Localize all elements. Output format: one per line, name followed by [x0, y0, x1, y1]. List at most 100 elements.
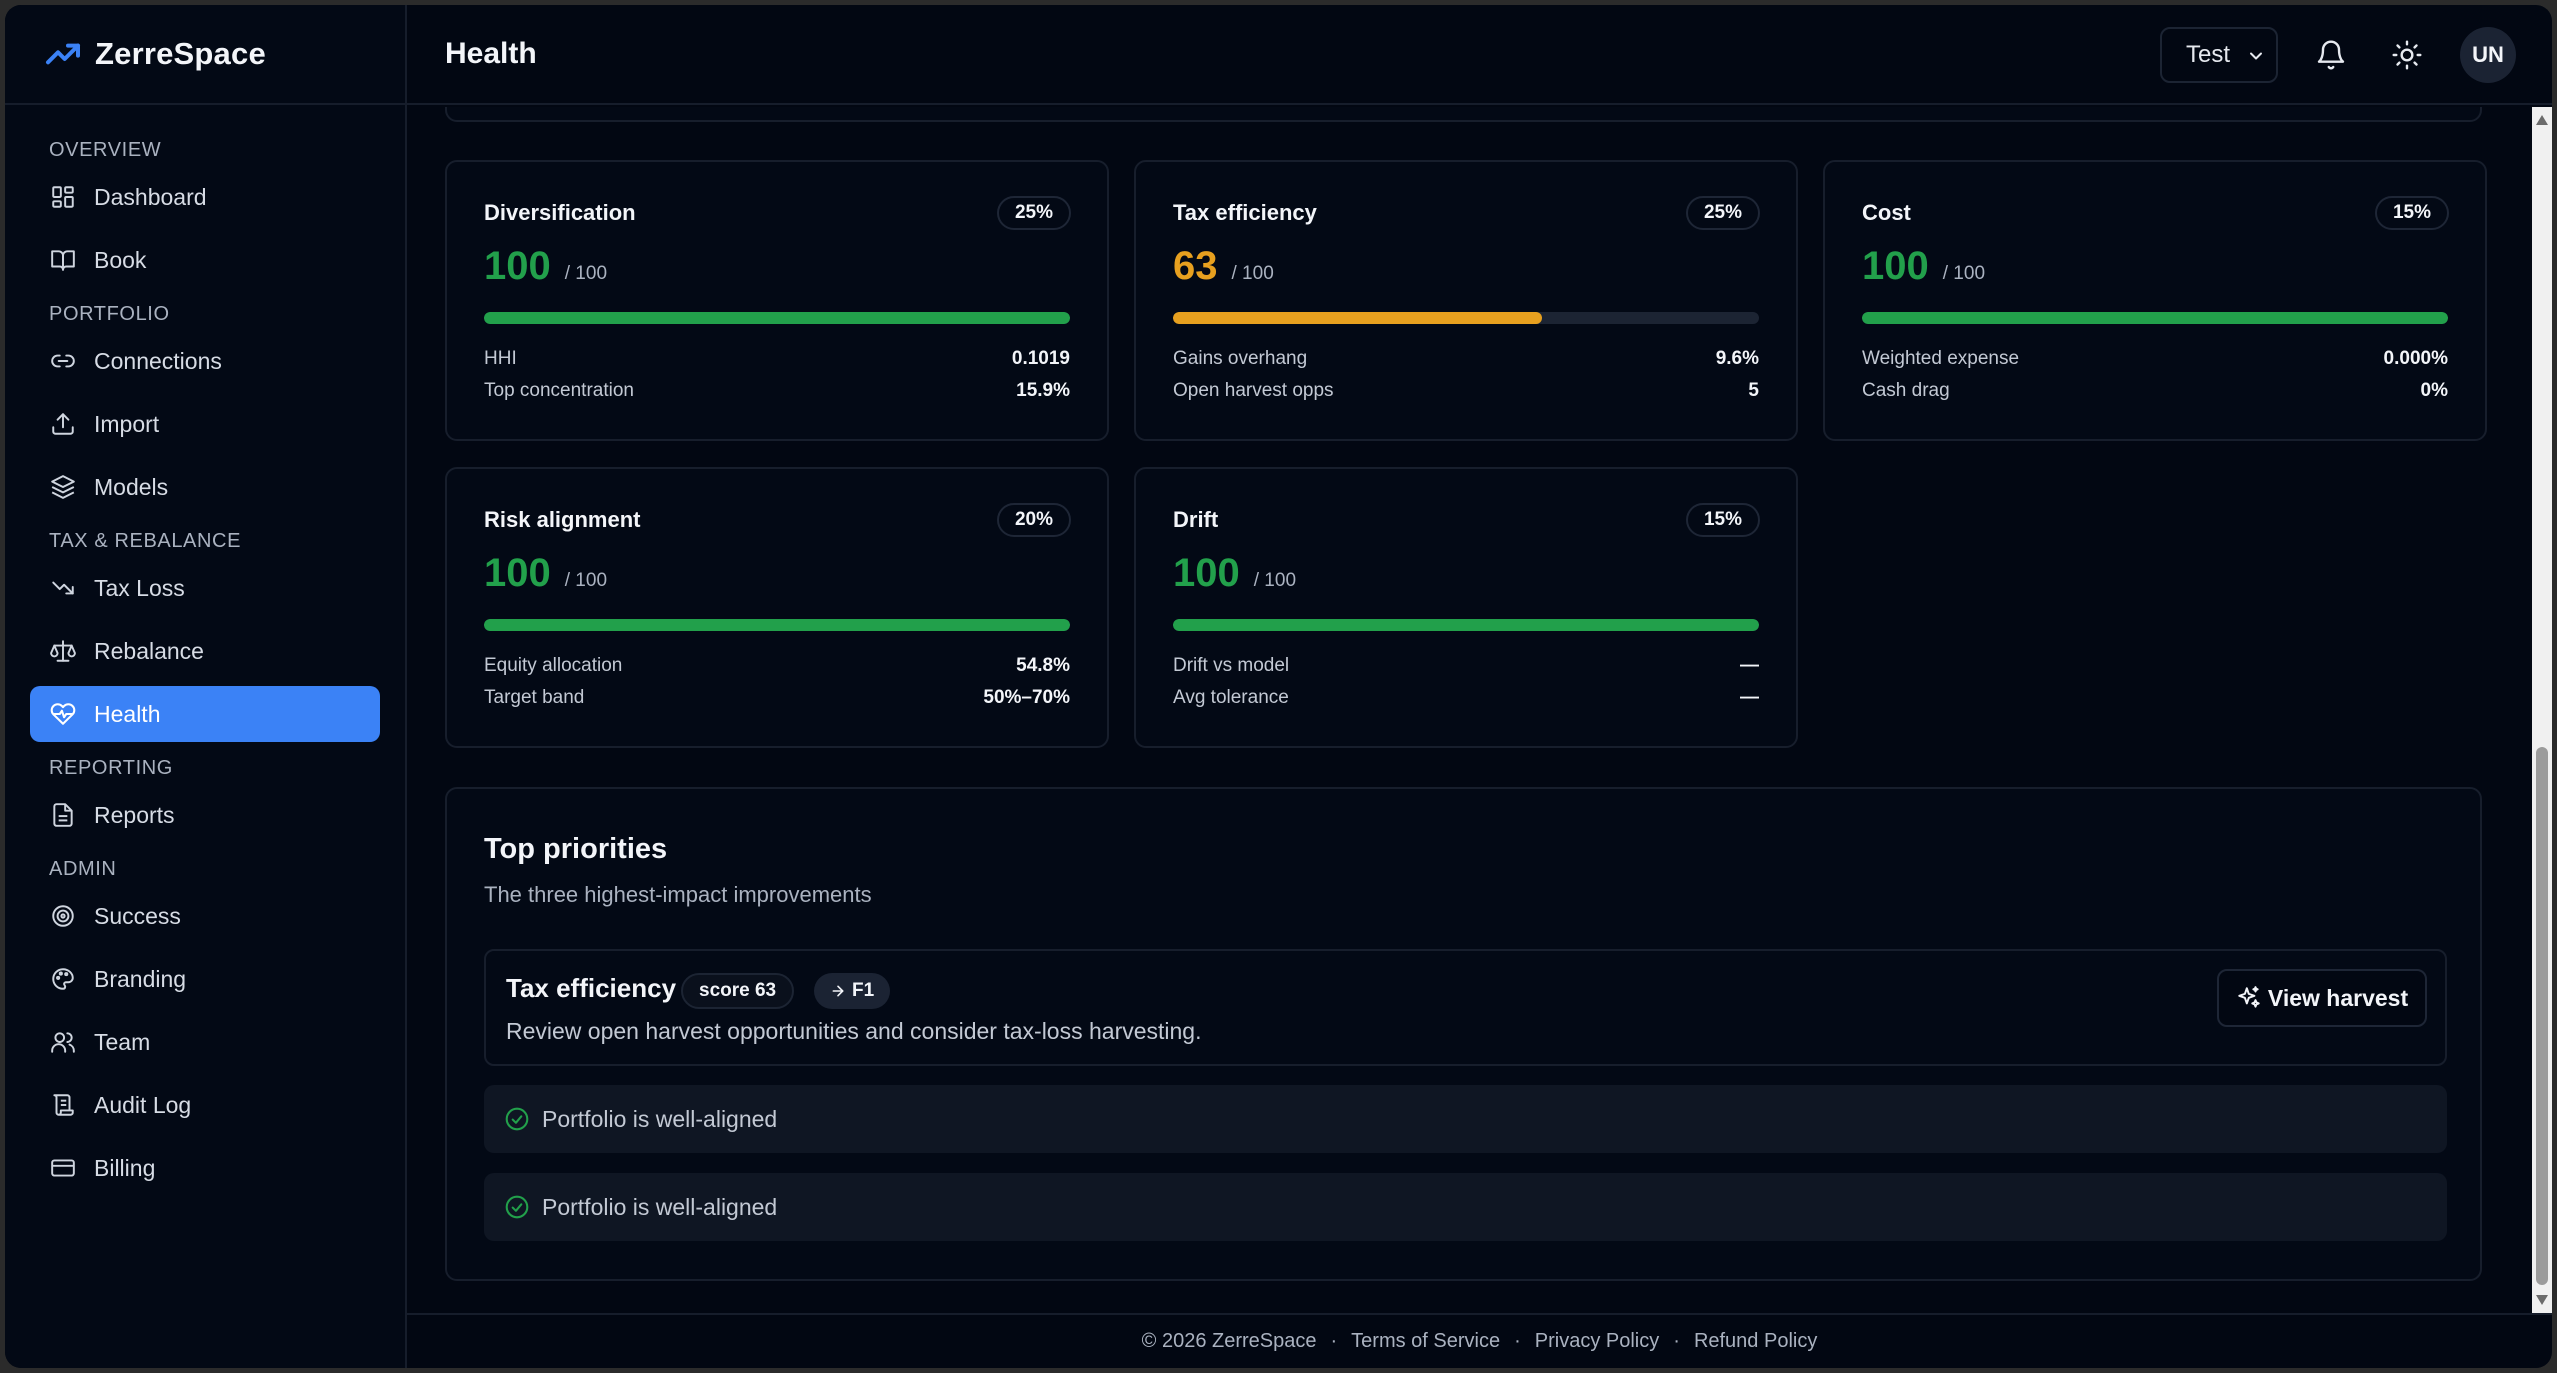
arrow-right-icon: [832, 985, 844, 997]
sidebar-item-dashboard[interactable]: Dashboard: [30, 169, 380, 225]
sidebar-item-billing[interactable]: Billing: [30, 1140, 380, 1196]
metric-title: Cost: [1862, 200, 1911, 225]
priority-item: Tax efficiency score 63 F1 Review open h…: [484, 949, 2447, 1066]
view-harvest-button[interactable]: View harvest: [2217, 969, 2427, 1027]
sidebar-item-success[interactable]: Success: [30, 888, 380, 944]
footer: © 2026 ZerreSpace · Terms of Service · P…: [407, 1313, 2552, 1368]
upload-icon: [52, 413, 74, 435]
metric-row-label: Equity allocation: [484, 655, 623, 676]
score-bar-fill: [484, 312, 1070, 324]
score-line: 100 / 100: [484, 551, 607, 596]
priority-ok-label: Portfolio is well-aligned: [542, 1193, 778, 1220]
factor-badge-label: F1: [852, 980, 875, 1001]
sidebar-item-reports[interactable]: Reports: [30, 787, 380, 843]
metric-row-value: 54.8%: [1016, 655, 1070, 676]
footer-separator: ·: [1514, 1330, 1521, 1352]
metric-row-label: Drift vs model: [1173, 655, 1290, 676]
metric-row: HHI 0.1019: [484, 348, 1070, 370]
priorities-title: Top priorities: [484, 833, 668, 865]
org-select[interactable]: Test: [2160, 27, 2278, 83]
users-icon: [51, 1032, 75, 1053]
theme-toggle-button[interactable]: [2384, 32, 2430, 78]
sidebar-item-label: Branding: [94, 965, 187, 992]
view-harvest-label: View harvest: [2267, 984, 2409, 1011]
app-window: ZerreSpace OVERVIEW Dashboard Book PORTF…: [5, 5, 2552, 1368]
priority-title: Tax efficiency: [506, 973, 677, 1003]
priority-ok-row: Portfolio is well-aligned: [484, 1085, 2447, 1153]
sidebar: ZerreSpace OVERVIEW Dashboard Book PORTF…: [5, 5, 407, 1368]
score-badge: score 63: [681, 973, 795, 1009]
link-icon: [51, 354, 75, 368]
score-bar-fill: [1862, 312, 2448, 324]
section-title-overview: OVERVIEW: [49, 138, 162, 161]
sidebar-item-rebalance[interactable]: Rebalance: [30, 623, 380, 679]
sidebar-item-label: Billing: [94, 1154, 156, 1181]
metric-out-of: / 100: [564, 263, 608, 284]
top-header: Health Test UN: [407, 5, 2552, 105]
sidebar-item-connections[interactable]: Connections: [30, 333, 380, 389]
metric-row-value: 0.000%: [2383, 348, 2448, 369]
file-text-icon: [53, 803, 73, 827]
brand[interactable]: ZerreSpace: [5, 5, 405, 105]
sidebar-item-tax-loss[interactable]: Tax Loss: [30, 560, 380, 616]
metric-score: 100: [484, 551, 551, 595]
sidebar-item-branding[interactable]: Branding: [30, 951, 380, 1007]
footer-link-refund[interactable]: Refund Policy: [1694, 1330, 1817, 1353]
scroll-thumb[interactable]: [2536, 747, 2548, 1285]
page-title: Health: [445, 37, 537, 70]
sidebar-item-team[interactable]: Team: [30, 1014, 380, 1070]
score-bar: [1862, 312, 2448, 324]
metric-score: 100: [1862, 244, 1929, 288]
metric-row-value: 0%: [2420, 380, 2448, 401]
section-title-reporting: REPORTING: [49, 756, 173, 779]
score-bar: [484, 619, 1070, 631]
metric-card-drift: Drift 15% 100 / 100 Drift vs model — Avg …: [1134, 467, 1798, 748]
footer-link-privacy[interactable]: Privacy Policy: [1535, 1330, 1659, 1353]
score-bar-fill: [1173, 619, 1759, 631]
score-bar: [484, 312, 1070, 324]
metric-row-value: 15.9%: [1016, 380, 1070, 401]
chevron-down-icon: [2250, 52, 2262, 60]
content-scrollbar[interactable]: [2532, 107, 2552, 1313]
metric-row: Weighted expense 0.000%: [1862, 348, 2448, 370]
weight-badge: 15%: [2374, 196, 2449, 230]
score-bar: [1173, 619, 1759, 631]
sidebar-item-audit-log[interactable]: Audit Log: [30, 1077, 380, 1133]
notifications-button[interactable]: [2308, 32, 2354, 78]
sidebar-item-label: Success: [94, 902, 181, 929]
sidebar-item-label: Connections: [94, 347, 222, 374]
sidebar-item-label: Rebalance: [94, 637, 204, 664]
user-avatar[interactable]: UN: [2460, 27, 2516, 83]
score-bar-fill: [484, 619, 1070, 631]
section-title-admin: ADMIN: [49, 857, 117, 880]
sidebar-item-models[interactable]: Models: [30, 459, 380, 515]
sidebar-item-health[interactable]: Health: [30, 686, 380, 742]
scroll-down-arrow[interactable]: [2536, 1295, 2548, 1305]
metric-row-value: —: [1740, 687, 1759, 708]
sidebar-item-book[interactable]: Book: [30, 232, 380, 288]
footer-link-terms[interactable]: Terms of Service: [1351, 1330, 1500, 1353]
scroll-up-arrow[interactable]: [2536, 115, 2548, 125]
metric-row-label: Avg tolerance: [1173, 687, 1289, 708]
footer-separator: ·: [1673, 1330, 1680, 1352]
target-icon: [52, 905, 74, 927]
sidebar-item-import[interactable]: Import: [30, 396, 380, 452]
metric-out-of: / 100: [1942, 263, 1986, 284]
sidebar-item-label: Book: [94, 246, 147, 273]
factor-badge: F1: [814, 973, 891, 1009]
sidebar-item-label: Models: [94, 473, 169, 500]
metric-row-label: Weighted expense: [1862, 348, 2020, 369]
overview-card-partial: [445, 107, 2482, 122]
sidebar-item-label: Team: [94, 1028, 151, 1055]
priority-description: Review open harvest opportunities and co…: [506, 1018, 1202, 1044]
metric-title: Tax efficiency: [1173, 200, 1317, 225]
metric-score: 63: [1173, 244, 1218, 288]
sidebar-item-label: Import: [94, 410, 160, 437]
metric-score: 100: [1173, 551, 1240, 595]
check-circle-icon: [505, 1195, 529, 1219]
score-line: 100 / 100: [484, 244, 607, 289]
metric-score: 100: [484, 244, 551, 288]
metric-row-label: Open harvest opps: [1173, 380, 1334, 401]
metric-out-of: / 100: [1231, 263, 1274, 284]
metric-card-diversification: Diversification 25% 100 / 100 HHI 0.1019 …: [445, 160, 1109, 441]
